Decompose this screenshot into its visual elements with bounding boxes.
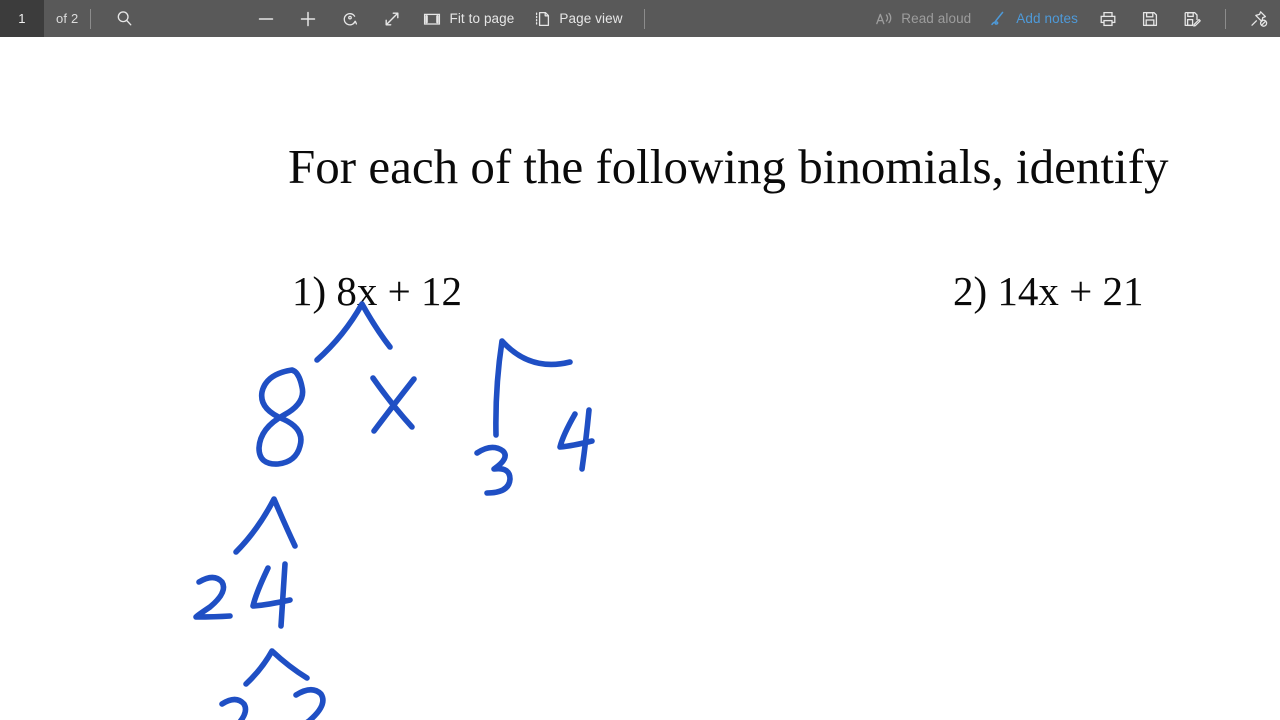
page-count-label: of 2 bbox=[56, 11, 79, 26]
ink-digit-3 bbox=[474, 444, 513, 496]
unpin-icon bbox=[1249, 9, 1269, 29]
ink-digit-4-d bbox=[278, 561, 288, 629]
fit-to-page-button[interactable]: Fit to page bbox=[413, 0, 523, 37]
zoom-in-button[interactable] bbox=[287, 0, 329, 37]
pdf-toolbar: 1 of 2 Fit to page Page view Read aloud … bbox=[0, 0, 1280, 37]
rotate-icon bbox=[340, 9, 360, 29]
resize-button[interactable] bbox=[371, 0, 413, 37]
pen-icon bbox=[989, 9, 1009, 29]
minus-icon bbox=[256, 9, 276, 29]
page-view-icon bbox=[532, 9, 552, 29]
fit-to-page-icon bbox=[422, 9, 442, 29]
save-as-button[interactable] bbox=[1171, 0, 1213, 37]
toolbar-center-group: Fit to page Page view bbox=[245, 0, 656, 37]
page-view-button[interactable]: Page view bbox=[523, 0, 631, 37]
save-as-icon bbox=[1182, 9, 1202, 29]
toolbar-divider-3 bbox=[1225, 8, 1226, 29]
page-heading: For each of the following binomials, ide… bbox=[288, 139, 1169, 194]
read-aloud-button[interactable]: Read aloud bbox=[865, 0, 980, 37]
print-button[interactable] bbox=[1087, 0, 1129, 37]
ink-letter-x-1 bbox=[370, 375, 415, 430]
toolbar-right-group: Read aloud Add notes bbox=[865, 0, 1280, 37]
ink-digit-4-b bbox=[579, 407, 592, 472]
ink-branch-3 bbox=[233, 496, 298, 555]
ink-digit-8 bbox=[256, 367, 306, 467]
problem-1: 1) 8x + 12 bbox=[292, 268, 463, 314]
plus-icon bbox=[298, 9, 318, 29]
toolbar-divider bbox=[90, 8, 92, 29]
print-icon bbox=[1098, 9, 1118, 29]
page-view-label: Page view bbox=[559, 11, 623, 26]
search-icon bbox=[114, 9, 134, 29]
rotate-button[interactable] bbox=[329, 0, 371, 37]
ink-digit-4-a bbox=[557, 411, 595, 450]
current-page-value: 1 bbox=[18, 11, 26, 26]
ink-digit-2-c bbox=[293, 686, 326, 720]
ink-branch-2 bbox=[493, 338, 573, 438]
read-aloud-label: Read aloud bbox=[901, 11, 972, 26]
save-icon bbox=[1140, 9, 1160, 29]
save-button[interactable] bbox=[1129, 0, 1171, 37]
search-button[interactable] bbox=[103, 0, 145, 37]
ink-digit-4-c bbox=[250, 565, 293, 609]
pin-button[interactable] bbox=[1238, 0, 1280, 37]
document-page[interactable]: For each of the following binomials, ide… bbox=[0, 37, 1280, 720]
read-aloud-icon bbox=[874, 9, 894, 29]
ink-digit-2-b bbox=[219, 696, 249, 720]
current-page-field[interactable]: 1 bbox=[0, 0, 44, 37]
toolbar-left-group: 1 of 2 bbox=[0, 0, 145, 37]
diagonal-resize-icon bbox=[382, 9, 402, 29]
ink-letter-x-2 bbox=[371, 376, 417, 434]
problem-2: 2) 14x + 21 bbox=[953, 268, 1144, 314]
add-notes-button[interactable]: Add notes bbox=[980, 0, 1087, 37]
zoom-out-button[interactable] bbox=[245, 0, 287, 37]
add-notes-label: Add notes bbox=[1016, 11, 1078, 26]
pdf-reader-window: 1 of 2 Fit to page Page view Read aloud … bbox=[0, 0, 1280, 720]
fit-to-page-label: Fit to page bbox=[449, 11, 515, 26]
ink-branch-4 bbox=[243, 648, 310, 687]
toolbar-divider-2 bbox=[643, 8, 645, 29]
ink-digit-2-a bbox=[193, 574, 233, 620]
